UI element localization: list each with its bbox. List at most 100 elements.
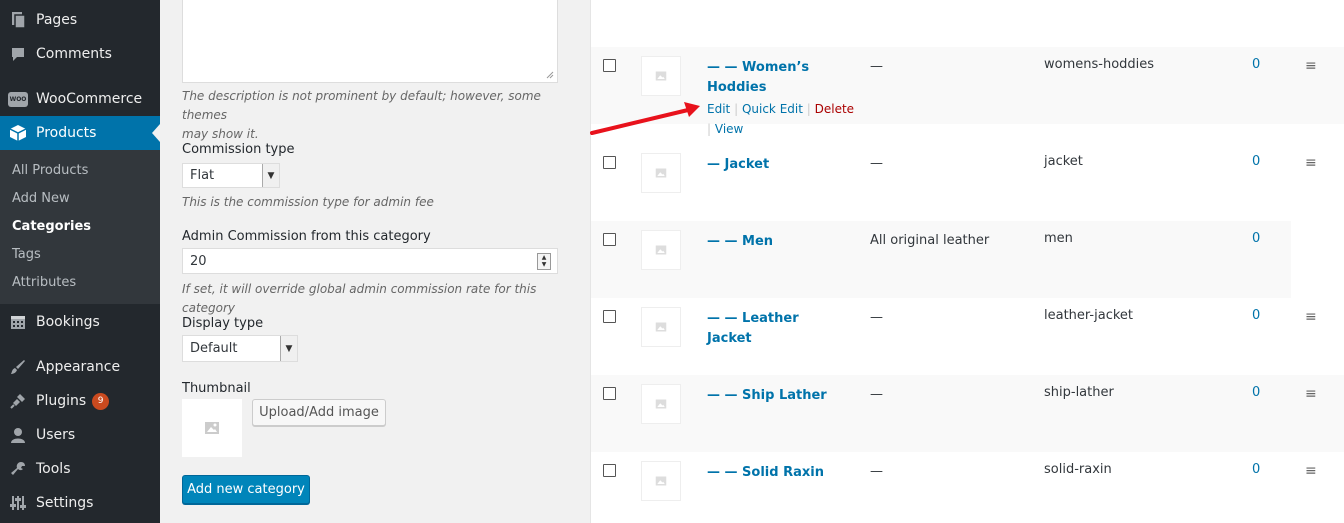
submenu-attributes[interactable]: Attributes xyxy=(12,275,76,290)
category-slug: leather-jacket xyxy=(1044,308,1134,323)
drag-handle-icon[interactable]: ≡ xyxy=(1305,155,1317,171)
description-help-line1: The description is not prominent by defa… xyxy=(182,89,541,122)
add-new-category-button[interactable]: Add new category xyxy=(182,475,310,504)
category-slug: jacket xyxy=(1044,154,1083,169)
wrench-icon xyxy=(0,461,36,477)
drag-handle-icon[interactable]: ≡ xyxy=(1305,463,1317,479)
add-category-form: The description is not prominent by defa… xyxy=(160,0,590,523)
number-spinner-icon[interactable]: ▲ ▼ xyxy=(537,253,551,270)
display-type-label: Display type xyxy=(182,316,264,331)
row-actions-separator: | xyxy=(806,102,811,116)
category-thumbnail xyxy=(641,384,681,424)
menu-settings[interactable]: Settings xyxy=(0,486,160,520)
description-textarea[interactable] xyxy=(182,0,558,83)
edit-link[interactable]: Edit xyxy=(707,102,730,116)
menu-plugins[interactable]: Plugins 9 xyxy=(0,384,160,418)
chevron-down-icon: ▼ xyxy=(262,164,279,187)
category-name-line2: Hoddies xyxy=(707,80,767,95)
drag-handle-icon[interactable]: ≡ xyxy=(1305,58,1317,74)
menu-woocommerce[interactable]: WOO WooCommerce xyxy=(0,82,160,116)
menu-comments-label: Comments xyxy=(36,46,112,62)
row-checkbox[interactable] xyxy=(603,233,616,246)
row-checkbox[interactable] xyxy=(603,387,616,400)
plug-icon xyxy=(0,393,36,409)
admin-sidebar: Pages Comments WOO WooCommerce Products … xyxy=(0,0,160,523)
category-slug: ship-lather xyxy=(1044,385,1114,400)
admin-commission-input[interactable]: 20 ▲ ▼ xyxy=(182,248,558,274)
commission-type-value: Flat xyxy=(190,168,215,183)
menu-bookings-label: Bookings xyxy=(36,314,100,330)
row-actions: Edit | Quick Edit | Delete | View xyxy=(707,99,857,139)
menu-pages-label: Pages xyxy=(36,12,78,28)
menu-tools-label: Tools xyxy=(36,461,71,477)
category-name-link[interactable]: — — Ship Lather xyxy=(707,386,847,406)
category-count-link[interactable]: 0 xyxy=(1252,154,1260,169)
description-help: The description is not prominent by defa… xyxy=(182,87,582,144)
submenu-add-new[interactable]: Add New xyxy=(12,191,70,206)
category-slug: men xyxy=(1044,231,1073,246)
drag-handle-icon[interactable]: ≡ xyxy=(1305,309,1317,325)
category-description: — xyxy=(870,59,883,74)
category-name-line1: — — Women’s xyxy=(707,60,810,75)
comments-icon xyxy=(0,46,36,62)
commission-type-label: Commission type xyxy=(182,142,295,157)
drag-handle-icon[interactable]: ≡ xyxy=(1305,386,1317,402)
category-thumbnail xyxy=(641,461,681,501)
row-checkbox[interactable] xyxy=(603,310,616,323)
chevron-down-icon: ▼ xyxy=(280,336,297,361)
category-count-link[interactable]: 0 xyxy=(1252,231,1260,246)
category-count-link[interactable]: 0 xyxy=(1252,308,1260,323)
category-name-link[interactable]: — — Leather Jacket xyxy=(707,309,847,349)
category-count-link[interactable]: 0 xyxy=(1252,57,1260,72)
delete-link[interactable]: Delete xyxy=(815,102,854,116)
category-count-link[interactable]: 0 xyxy=(1252,385,1260,400)
category-thumbnail xyxy=(641,153,681,193)
image-placeholder-icon xyxy=(655,399,667,409)
admin-commission-help: If set, it will override global admin co… xyxy=(182,282,537,315)
submenu-categories[interactable]: Categories xyxy=(12,219,91,234)
description-help-line2: may show it. xyxy=(182,127,259,141)
upload-image-button[interactable]: Upload/Add image xyxy=(252,399,386,426)
quick-edit-link[interactable]: Quick Edit xyxy=(742,102,803,116)
menu-users[interactable]: Users xyxy=(0,418,160,452)
menu-comments[interactable]: Comments xyxy=(0,37,160,71)
category-count-link[interactable]: 0 xyxy=(1252,462,1260,477)
category-description: All original leather xyxy=(870,233,990,248)
row-checkbox[interactable] xyxy=(603,156,616,169)
submenu-all-products[interactable]: All Products xyxy=(12,163,88,178)
display-type-select[interactable]: Default ▼ xyxy=(182,335,298,362)
menu-pages[interactable]: Pages xyxy=(0,3,160,37)
category-slug: womens-hoddies xyxy=(1044,57,1155,72)
menu-plugins-label: Plugins xyxy=(36,393,87,409)
category-name-link[interactable]: — — Men xyxy=(707,232,847,252)
submenu-tags[interactable]: Tags xyxy=(12,247,41,262)
category-slug: solid-raxin xyxy=(1044,462,1112,477)
menu-appearance-label: Appearance xyxy=(36,359,121,375)
category-thumbnail xyxy=(641,56,681,96)
row-actions-separator: | xyxy=(734,102,739,116)
row-checkbox[interactable] xyxy=(603,464,616,477)
user-icon xyxy=(0,427,36,443)
menu-appearance[interactable]: Appearance xyxy=(0,350,160,384)
categories-table: — — Women’s Hoddies Edit | Quick Edit | … xyxy=(590,0,1344,523)
view-link[interactable]: View xyxy=(715,122,743,136)
category-name-link[interactable]: — — Women’s Hoddies xyxy=(707,58,847,98)
resize-grip-icon[interactable] xyxy=(546,71,554,79)
category-thumbnail xyxy=(641,307,681,347)
commission-type-help: This is the commission type for admin fe… xyxy=(182,195,434,209)
calendar-icon xyxy=(0,314,36,330)
row-checkbox[interactable] xyxy=(603,59,616,72)
category-name-link[interactable]: — — Solid Raxin xyxy=(707,463,847,483)
commission-type-select[interactable]: Flat ▼ xyxy=(182,163,280,188)
pages-icon xyxy=(0,11,36,29)
category-description: — xyxy=(870,310,883,325)
table-row: — Jacket — jacket 0 ≡ xyxy=(591,144,1344,221)
menu-settings-label: Settings xyxy=(36,495,94,511)
category-name-link[interactable]: — Jacket xyxy=(707,155,847,175)
menu-products[interactable]: Products xyxy=(0,116,160,150)
plugins-update-badge: 9 xyxy=(92,392,110,410)
menu-tools[interactable]: Tools xyxy=(0,452,160,486)
image-placeholder-icon xyxy=(655,476,667,486)
admin-commission-value: 20 xyxy=(190,253,207,269)
menu-bookings[interactable]: Bookings xyxy=(0,305,160,339)
